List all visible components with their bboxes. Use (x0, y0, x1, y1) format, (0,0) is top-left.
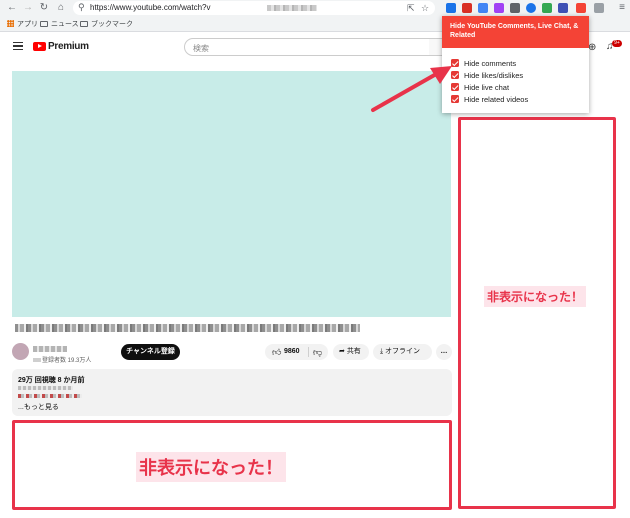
extension-icon[interactable] (494, 3, 504, 13)
thumbs-down-icon[interactable]: 👎︎ (313, 344, 322, 360)
channel-avatar[interactable] (12, 343, 29, 360)
description-box[interactable]: 29万 回視聴 8 か月前 ...もっと見る (12, 369, 452, 416)
bookmark-news[interactable]: ニュース (40, 19, 79, 29)
video-title-redacted (15, 324, 360, 332)
description-redacted (18, 386, 73, 390)
search-input[interactable]: 検索 (184, 38, 430, 56)
extension-icon[interactable] (446, 3, 456, 13)
extension-icon[interactable] (478, 3, 488, 13)
url-redacted (267, 5, 317, 11)
site-info-icon[interactable]: ⚲ (78, 2, 85, 13)
subscribe-button[interactable]: チャンネル登録 (121, 344, 180, 360)
subscriber-count: 登録者数 19.3万人 (33, 355, 91, 364)
hide-youtube-extension-icon[interactable] (576, 3, 586, 13)
folder-icon (80, 21, 88, 27)
browser-toolbar: ← → ↻ ⌂ ⚲ https://www.youtube.com/watch?… (0, 0, 630, 17)
download-label: オフライン (385, 348, 421, 355)
open-external-icon[interactable]: ⇱ (407, 3, 415, 14)
forward-icon[interactable]: → (22, 2, 34, 14)
folder-icon (40, 21, 48, 27)
url-text: https://www.youtube.com/watch?v (90, 3, 211, 12)
home-icon[interactable]: ⌂ (55, 2, 67, 14)
option-hide-comments[interactable]: Hide comments (451, 59, 516, 69)
option-label: Hide comments (464, 59, 517, 68)
extension-icon[interactable] (462, 3, 472, 13)
option-hide-likes[interactable]: Hide likes/dislikes (451, 71, 523, 81)
apps-grid-icon (7, 20, 14, 27)
youtube-logo-icon[interactable] (33, 42, 46, 51)
menu-icon[interactable]: ≡ (616, 2, 628, 14)
divider (308, 347, 309, 357)
channel-name-redacted[interactable] (33, 346, 67, 352)
show-more-link[interactable]: ...もっと見る (18, 402, 59, 412)
thumbs-up-icon[interactable]: 👍︎ (272, 344, 281, 360)
youtube-premium-brand[interactable]: Premium (48, 41, 89, 52)
screenshot-root: ← → ↻ ⌂ ⚲ https://www.youtube.com/watch?… (0, 0, 630, 518)
redacted (33, 358, 41, 362)
notification-badge: 9+ (612, 40, 622, 47)
like-count[interactable]: 9860 (284, 344, 300, 360)
more-actions-button[interactable]: … (436, 344, 452, 360)
views-and-date: 29万 回視聴 8 か月前 (18, 377, 85, 384)
guide-menu-icon[interactable] (13, 42, 23, 50)
option-hide-related[interactable]: Hide related videos (451, 95, 528, 105)
extension-icon[interactable] (526, 3, 536, 13)
extension-popup: Hide YouTube Comments, Live Chat, & Rela… (442, 16, 589, 113)
popup-title: Hide YouTube Comments, Live Chat, & Rela… (442, 16, 589, 48)
description-redacted (18, 394, 82, 398)
address-bar[interactable]: ⚲ https://www.youtube.com/watch?v ⇱ ☆ (73, 1, 435, 15)
download-button[interactable]: ⤓ オフライン (373, 344, 432, 360)
hidden-comments-label: 非表示になった！ (136, 452, 286, 482)
extensions-puzzle-icon[interactable] (594, 3, 604, 13)
extension-icon[interactable] (542, 3, 552, 13)
share-button[interactable]: ➦ 共有 (333, 344, 369, 360)
share-label: 共有 (346, 348, 361, 355)
bookmark-bookmarks-label: ブックマーク (91, 21, 133, 28)
option-label: Hide related videos (464, 95, 529, 104)
bookmark-apps-label: アプリ (17, 21, 38, 28)
option-hide-live-chat[interactable]: Hide live chat (451, 83, 509, 93)
reload-icon[interactable]: ↻ (38, 2, 50, 14)
bookmark-star-icon[interactable]: ☆ (421, 3, 429, 14)
share-icon: ➦ (339, 348, 347, 355)
back-icon[interactable]: ← (6, 2, 18, 14)
extension-icon[interactable] (558, 3, 568, 13)
bookmark-news-label: ニュース (51, 21, 79, 28)
create-icon[interactable]: ⊕ (588, 42, 596, 53)
pointer-arrow-icon (371, 66, 452, 112)
extension-icon[interactable] (510, 3, 520, 13)
bookmark-apps[interactable]: アプリ (7, 19, 38, 29)
like-dislike-group: 👍︎ 9860 👎︎ (265, 344, 328, 360)
hidden-related-label: 非表示になった！ (484, 286, 587, 307)
option-label: Hide live chat (464, 83, 510, 92)
bookmark-bookmarks[interactable]: ブックマーク (80, 19, 133, 29)
search-button[interactable] (429, 38, 443, 56)
hidden-related-annotation-box (458, 117, 616, 509)
option-label: Hide likes/dislikes (464, 71, 524, 80)
subscriber-count-text: 登録者数 19.3万人 (42, 358, 92, 364)
